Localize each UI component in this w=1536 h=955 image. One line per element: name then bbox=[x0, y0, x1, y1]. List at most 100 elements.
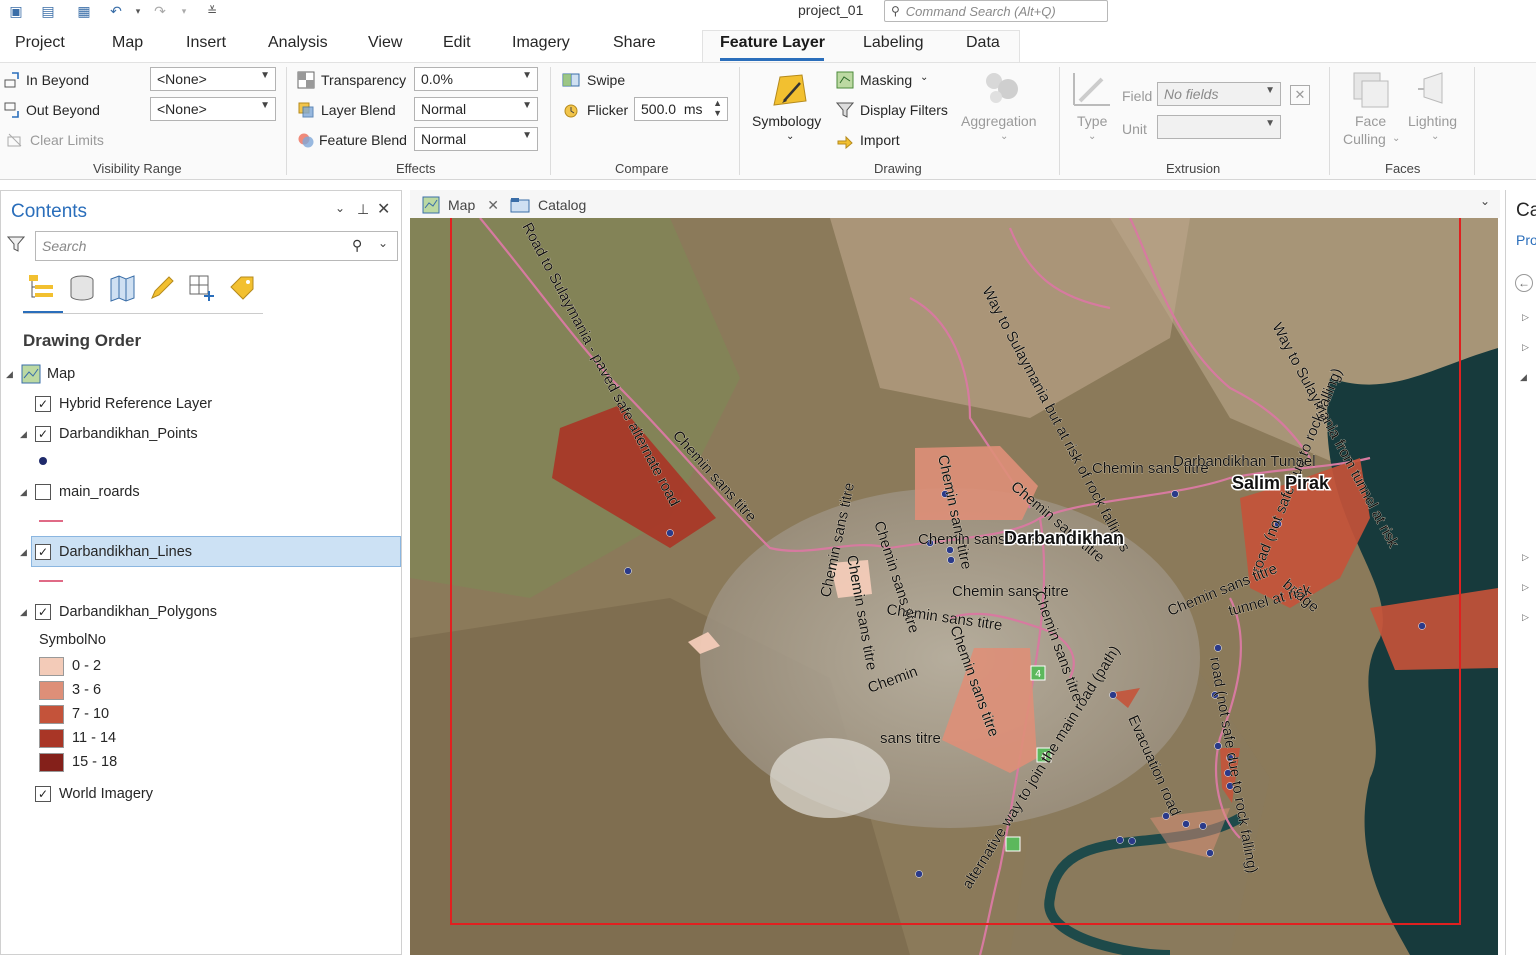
point-feature[interactable] bbox=[1128, 837, 1136, 845]
spinner-arrows-icon[interactable]: ▲ ▼ bbox=[713, 98, 722, 118]
tab-catalog-view[interactable]: Catalog bbox=[510, 192, 586, 218]
collapse-triangle-icon[interactable]: ◢ bbox=[20, 547, 27, 558]
expand-triangle-icon[interactable]: ▷ bbox=[1522, 312, 1529, 323]
extrusion-field-dropdown[interactable]: No fields ▼ bbox=[1157, 82, 1281, 106]
undo-icon[interactable]: ↶ bbox=[106, 2, 126, 20]
chevron-down-icon[interactable]: ⌄ bbox=[920, 72, 928, 83]
customize-toolbar-icon[interactable]: ≚ bbox=[202, 2, 222, 20]
list-by-drawing-order-icon[interactable] bbox=[27, 273, 57, 303]
filter-icon[interactable] bbox=[7, 235, 25, 253]
point-feature[interactable] bbox=[624, 567, 632, 575]
contents-search-input[interactable] bbox=[42, 238, 342, 254]
map-node[interactable]: Map bbox=[21, 360, 75, 388]
out-beyond-button[interactable]: Out Beyond bbox=[26, 102, 100, 118]
list-by-labeling-icon[interactable] bbox=[227, 273, 257, 303]
collapse-triangle-icon[interactable]: ◢ bbox=[20, 487, 27, 498]
save-project-icon[interactable]: ▦ bbox=[74, 2, 94, 20]
point-feature[interactable] bbox=[1199, 822, 1207, 830]
command-search[interactable]: ⚲ bbox=[884, 0, 1108, 22]
lighting-button[interactable]: Lighting bbox=[1408, 113, 1457, 129]
expand-triangle-icon[interactable]: ▷ bbox=[1522, 342, 1529, 353]
chevron-down-icon[interactable]: ⌄ bbox=[1000, 131, 1008, 142]
layer-hybrid-reference[interactable]: ✓ Hybrid Reference Layer bbox=[35, 390, 212, 418]
feature-blend-dropdown[interactable]: Normal ▼ bbox=[414, 127, 538, 151]
aggregation-button[interactable]: Aggregation bbox=[961, 113, 1037, 129]
point-feature[interactable] bbox=[1206, 849, 1214, 857]
tab-data[interactable]: Data bbox=[966, 34, 1000, 52]
tab-imagery[interactable]: Imagery bbox=[512, 34, 570, 52]
out-beyond-scale-dropdown[interactable]: <None> ▼ bbox=[150, 97, 276, 121]
contents-search[interactable]: ⚲ ⌄ bbox=[35, 231, 398, 261]
chevron-down-icon[interactable]: ⌄ bbox=[378, 236, 388, 250]
clear-limits-button[interactable]: Clear Limits bbox=[30, 132, 104, 148]
point-feature[interactable] bbox=[1418, 622, 1426, 630]
expand-triangle-icon[interactable]: ▷ bbox=[1522, 612, 1529, 623]
layer-main-roads[interactable]: main_roards bbox=[35, 478, 140, 506]
tab-labeling[interactable]: Labeling bbox=[863, 34, 924, 52]
tab-project[interactable]: Project bbox=[15, 34, 65, 52]
list-by-editing-icon[interactable] bbox=[147, 273, 177, 303]
new-project-icon[interactable]: ▣ bbox=[6, 2, 26, 20]
expand-triangle-icon[interactable]: ▷ bbox=[1522, 552, 1529, 563]
visibility-checkbox[interactable]: ✓ bbox=[35, 396, 51, 412]
transparency-dropdown[interactable]: 0.0% ▼ bbox=[414, 67, 538, 91]
visibility-checkbox[interactable]: ✓ bbox=[35, 426, 51, 442]
open-project-icon[interactable]: ▤ bbox=[38, 2, 58, 20]
in-beyond-button[interactable]: In Beyond bbox=[26, 72, 89, 88]
masking-button[interactable]: Masking bbox=[860, 72, 912, 88]
layer-blend-dropdown[interactable]: Normal ▼ bbox=[414, 97, 538, 121]
collapse-triangle-icon[interactable]: ◢ bbox=[20, 429, 27, 440]
in-beyond-scale-dropdown[interactable]: <None> ▼ bbox=[150, 67, 276, 91]
catalog-pane-tab[interactable]: Pro bbox=[1516, 232, 1536, 248]
close-icon[interactable]: ✕ bbox=[377, 199, 390, 219]
point-feature[interactable] bbox=[1214, 742, 1222, 750]
chevron-down-icon[interactable]: ⌄ bbox=[1431, 131, 1439, 142]
tab-map[interactable]: Map bbox=[112, 34, 143, 52]
redo-dropdown-icon[interactable]: ▾ bbox=[174, 2, 194, 20]
tab-feature-layer[interactable]: Feature Layer bbox=[720, 34, 825, 52]
layer-darbandikhan-lines[interactable]: ✓ Darbandikhan_Lines bbox=[35, 538, 192, 566]
point-feature[interactable] bbox=[947, 556, 955, 564]
symbology-button[interactable]: Symbology bbox=[752, 113, 821, 129]
point-feature[interactable] bbox=[1109, 691, 1117, 699]
map-canvas[interactable]: 4 4 Road to Sulaymania - paved safe alte… bbox=[410, 218, 1498, 955]
face-culling-label-line1[interactable]: Face bbox=[1355, 113, 1386, 129]
collapse-triangle-icon[interactable]: ◢ bbox=[20, 607, 27, 618]
expression-button[interactable]: ✕ bbox=[1290, 85, 1310, 105]
chevron-down-icon[interactable]: ⌄ bbox=[1088, 131, 1096, 142]
flicker-rate-spinner[interactable]: 500.0 ms ▲ ▼ bbox=[634, 97, 728, 121]
display-filters-button[interactable]: Display Filters bbox=[860, 102, 948, 118]
layer-darbandikhan-polygons[interactable]: ✓ Darbandikhan_Polygons bbox=[35, 598, 217, 626]
tab-share[interactable]: Share bbox=[613, 34, 656, 52]
point-feature[interactable] bbox=[1116, 836, 1124, 844]
tab-view[interactable]: View bbox=[368, 34, 402, 52]
list-by-data-source-icon[interactable] bbox=[67, 273, 97, 303]
face-culling-label-line2[interactable]: Culling bbox=[1343, 131, 1386, 147]
swipe-button[interactable]: Swipe bbox=[587, 72, 625, 88]
close-icon[interactable]: ✕ bbox=[487, 197, 499, 214]
tab-insert[interactable]: Insert bbox=[186, 34, 226, 52]
chevron-down-icon[interactable]: ⌄ bbox=[786, 131, 794, 142]
collapse-triangle-icon[interactable]: ◢ bbox=[6, 369, 13, 380]
visibility-checkbox[interactable]: ✓ bbox=[35, 604, 51, 620]
chevron-down-icon[interactable]: ⌄ bbox=[1480, 194, 1490, 208]
symbology-icon[interactable] bbox=[770, 71, 810, 111]
visibility-checkbox[interactable]: ✓ bbox=[35, 786, 51, 802]
import-button[interactable]: Import bbox=[860, 132, 900, 148]
expand-triangle-icon[interactable]: ▷ bbox=[1522, 582, 1529, 593]
tab-edit[interactable]: Edit bbox=[443, 34, 471, 52]
layer-world-imagery[interactable]: ✓ World Imagery bbox=[35, 780, 153, 808]
extrusion-type-button[interactable]: Type bbox=[1077, 113, 1107, 129]
tab-analysis[interactable]: Analysis bbox=[268, 34, 328, 52]
redo-icon[interactable]: ↷ bbox=[150, 2, 170, 20]
point-feature[interactable] bbox=[666, 529, 674, 537]
chevron-down-icon[interactable]: ⌄ bbox=[335, 201, 345, 215]
tab-map-view[interactable]: Map ✕ bbox=[416, 192, 505, 218]
extrusion-unit-dropdown[interactable]: ▼ bbox=[1157, 115, 1281, 139]
search-icon[interactable]: ⚲ bbox=[352, 237, 362, 254]
back-icon[interactable]: ← bbox=[1515, 274, 1533, 292]
point-feature[interactable] bbox=[1171, 490, 1179, 498]
point-feature[interactable] bbox=[1214, 644, 1222, 652]
list-by-selection-icon[interactable] bbox=[107, 273, 137, 303]
undo-dropdown-icon[interactable]: ▾ bbox=[128, 2, 148, 20]
